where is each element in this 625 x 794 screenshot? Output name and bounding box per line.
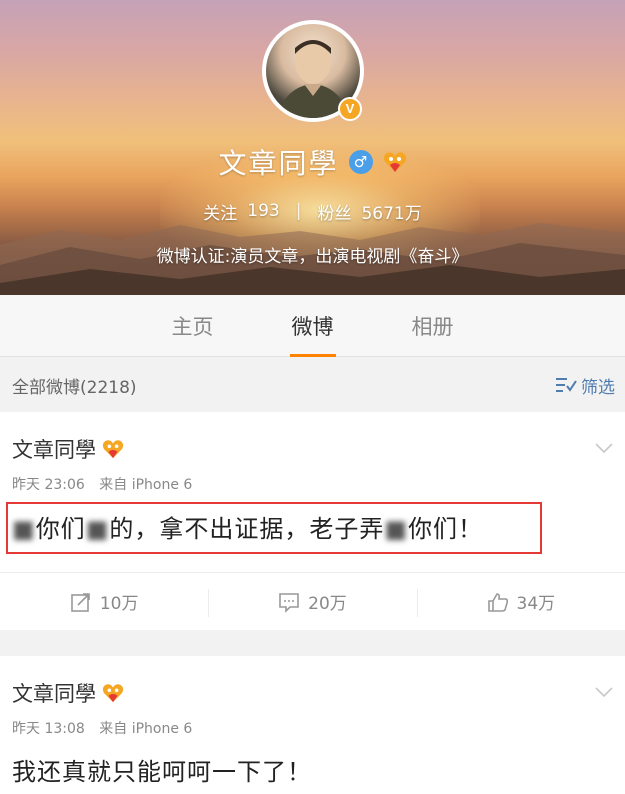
post-text: 我还真就只能呵呵一下了！ (12, 758, 312, 786)
post-meta: 昨天 13:08 来自 iPhone 6 (12, 718, 192, 738)
tab-album[interactable]: 相册 (373, 295, 493, 357)
member-heart-icon (102, 440, 124, 459)
filter-bar: 全部微博(2218) 筛选 (0, 358, 625, 412)
post-time: 昨天 13:08 (12, 721, 85, 737)
chevron-down-icon[interactable] (595, 442, 613, 454)
profile-name-row: 文章同學 ♂ (0, 142, 625, 182)
stats-separator: | (295, 201, 302, 221)
follow-count[interactable]: 193 (247, 201, 279, 221)
fans-label[interactable]: 粉丝 (317, 199, 351, 224)
fans-count[interactable]: 5671万 (361, 199, 421, 224)
comment-icon (279, 592, 299, 613)
post-author[interactable]: 文章同學 (12, 434, 96, 464)
post-card[interactable]: 文章同學 昨天 23:06 来自 iPhone 6 ■你们■的，拿不出证据，老子… (0, 412, 625, 630)
filter-button[interactable]: 筛选 (555, 373, 615, 398)
like-count: 34万 (516, 594, 556, 614)
verification-text: 微博认证:演员文章，出演电视剧《奋斗》 (156, 247, 469, 267)
like-button[interactable]: 34万 (416, 573, 625, 630)
post-author[interactable]: 文章同學 (12, 678, 96, 708)
male-gender-icon: ♂ (348, 150, 373, 174)
follow-stats: 关注 193 | 粉丝 5671万 (0, 198, 625, 224)
filter-label: 筛选 (581, 377, 615, 398)
comment-button[interactable]: 20万 (208, 573, 416, 630)
member-heart-icon (102, 684, 124, 703)
filter-icon (556, 378, 577, 392)
tab-weibo[interactable]: 微博 (253, 295, 373, 357)
comment-count: 20万 (308, 594, 347, 614)
highlight-annotation (6, 502, 542, 554)
post-actions: 10万 20万 34万 (0, 572, 625, 630)
post-source: 来自 iPhone 6 (99, 721, 193, 737)
post-count-label: 全部微博(2218) (12, 377, 137, 398)
verified-badge-icon: V (338, 97, 362, 121)
follow-label[interactable]: 关注 (203, 199, 237, 224)
tab-home[interactable]: 主页 (133, 295, 253, 357)
chevron-down-icon[interactable] (595, 686, 613, 698)
post-card[interactable]: 文章同學 昨天 13:08 来自 iPhone 6 我还真就只能呵呵一下了！ (0, 656, 625, 794)
repost-count: 10万 (99, 594, 139, 614)
profile-header: V 文章同學 ♂ 关注 193 | 粉丝 5671万 微博认证:演员文章，出演电… (0, 0, 625, 295)
thumbs-up-icon (487, 592, 508, 612)
post-author-row: 文章同學 (12, 678, 124, 708)
repost-icon (71, 592, 90, 612)
member-heart-icon (383, 151, 407, 173)
repost-button[interactable]: 10万 (0, 573, 208, 630)
profile-name: 文章同學 (218, 147, 339, 180)
post-author-row: 文章同學 (12, 434, 124, 464)
post-time: 昨天 23:06 (12, 477, 85, 493)
post-meta: 昨天 23:06 来自 iPhone 6 (12, 474, 192, 494)
post-source: 来自 iPhone 6 (99, 477, 193, 493)
profile-tabs: 主页 微博 相册 (0, 295, 625, 357)
